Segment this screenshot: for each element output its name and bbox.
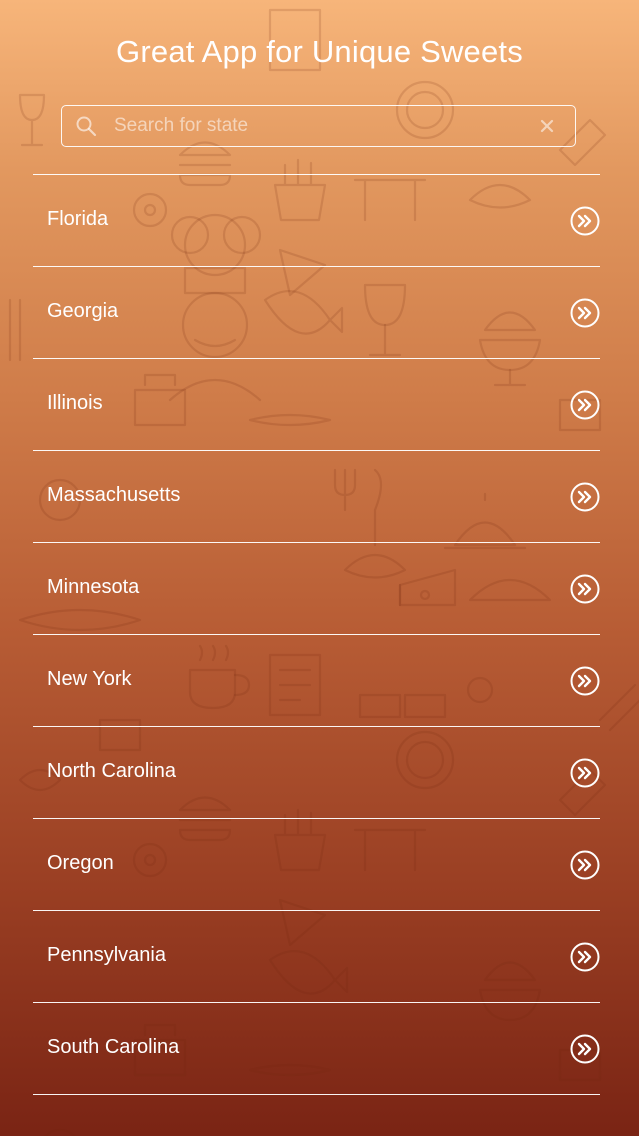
state-row-minnesota[interactable]: Minnesota — [33, 543, 600, 635]
search-icon — [76, 116, 97, 137]
state-row-pennsylvania[interactable]: Pennsylvania — [33, 911, 600, 1003]
state-label: North Carolina — [47, 760, 176, 782]
state-label: Pennsylvania — [47, 944, 166, 966]
double-chevron-right-icon[interactable] — [570, 1034, 600, 1064]
double-chevron-right-icon[interactable] — [570, 666, 600, 696]
state-row-oregon[interactable]: Oregon — [33, 819, 600, 911]
state-row-georgia[interactable]: Georgia — [33, 267, 600, 359]
state-row-illinois[interactable]: Illinois — [33, 359, 600, 451]
state-label: Florida — [47, 208, 109, 230]
state-row-south-carolina[interactable]: South Carolina — [33, 1003, 600, 1095]
double-chevron-right-icon[interactable] — [570, 482, 600, 512]
state-label: Georgia — [47, 300, 119, 322]
state-label: Massachusetts — [47, 484, 181, 506]
double-chevron-right-icon[interactable] — [570, 758, 600, 788]
state-label: New York — [47, 668, 132, 690]
double-chevron-right-icon[interactable] — [570, 298, 600, 328]
double-chevron-right-icon[interactable] — [570, 942, 600, 972]
search-input[interactable] — [114, 106, 534, 146]
state-label: South Carolina — [47, 1036, 180, 1058]
double-chevron-right-icon[interactable] — [570, 574, 600, 604]
double-chevron-right-icon[interactable] — [570, 206, 600, 236]
state-label: Minnesota — [47, 576, 140, 598]
search-bar[interactable] — [61, 105, 576, 147]
state-row-new-york[interactable]: New York — [33, 635, 600, 727]
state-list: Florida Georgia Illinois Massachusetts M… — [33, 174, 600, 1095]
state-row-massachusetts[interactable]: Massachusetts — [33, 451, 600, 543]
state-label: Oregon — [47, 852, 114, 874]
double-chevron-right-icon[interactable] — [570, 390, 600, 420]
state-row-florida[interactable]: Florida — [33, 175, 600, 267]
app-screen: Great App for Unique Sweets Florida Geor… — [0, 0, 639, 1136]
close-icon[interactable] — [539, 118, 555, 134]
page-title: Great App for Unique Sweets — [116, 34, 523, 69]
state-row-north-carolina[interactable]: North Carolina — [33, 727, 600, 819]
double-chevron-right-icon[interactable] — [570, 850, 600, 880]
state-label: Illinois — [47, 392, 103, 414]
